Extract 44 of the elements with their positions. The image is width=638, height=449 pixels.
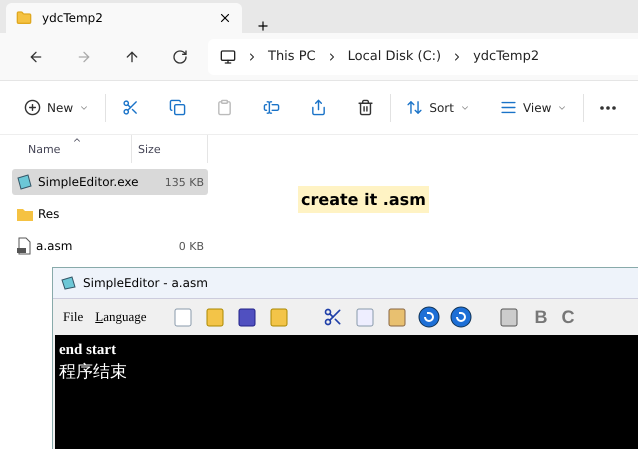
computer-icon xyxy=(220,48,236,64)
application-icon xyxy=(16,173,34,191)
format-button[interactable]: B xyxy=(534,306,548,328)
file-size: 0 KB xyxy=(178,240,204,252)
scissors-icon xyxy=(122,99,139,116)
toolbar-button[interactable]: View xyxy=(492,92,576,124)
file-name: Res xyxy=(38,207,60,221)
format-button[interactable]: C xyxy=(562,306,574,328)
sort-icon xyxy=(406,99,424,116)
file-row[interactable]: Res xyxy=(12,201,208,227)
undo-icon[interactable] xyxy=(416,305,440,329)
toolbar-button[interactable]: New xyxy=(16,92,98,124)
share-icon xyxy=(310,99,327,116)
more-icon xyxy=(600,106,616,110)
breadcrumb-item[interactable]: Local Disk (C:) xyxy=(348,49,442,64)
code-line: 程序结束 xyxy=(59,361,128,383)
forward-arrow-icon xyxy=(76,48,92,64)
annotation-label: create it .asm xyxy=(298,186,429,213)
close-icon[interactable] xyxy=(218,11,232,25)
file-row[interactable]: a.asm 0 KB xyxy=(12,233,208,259)
file-row[interactable]: SimpleEditor.exe 135 KB xyxy=(12,169,208,195)
column-header[interactable]: Name xyxy=(12,135,132,163)
code-line: end start xyxy=(59,341,118,360)
plus-icon xyxy=(24,99,41,116)
file-size: 135 KB xyxy=(164,176,204,188)
menu-item[interactable]: Language xyxy=(95,309,146,325)
tab-title: ydcTemp2 xyxy=(42,11,104,25)
new-tab-icon[interactable] xyxy=(256,19,270,33)
trash-icon xyxy=(356,99,374,116)
editor-text-area[interactable]: end start 程序结束 xyxy=(55,335,638,449)
folder-tab[interactable]: ydcTemp2 xyxy=(6,3,242,33)
lines-icon xyxy=(500,99,517,116)
file-name: SimpleEditor.exe xyxy=(38,175,140,189)
toolbar-button[interactable]: Sort xyxy=(398,92,478,124)
file-name: a.asm xyxy=(36,239,74,253)
window-title: SimpleEditor - a.asm xyxy=(83,276,208,290)
rename-icon xyxy=(262,99,280,116)
breadcrumb-item[interactable]: ydcTemp2 xyxy=(473,49,540,64)
column-header[interactable]: Size xyxy=(132,135,208,163)
refresh-icon xyxy=(172,48,188,64)
redo-icon[interactable] xyxy=(448,305,472,329)
breadcrumb-item[interactable]: This PC xyxy=(268,49,316,64)
application-icon xyxy=(61,276,77,290)
menu-item[interactable]: File xyxy=(63,309,84,325)
